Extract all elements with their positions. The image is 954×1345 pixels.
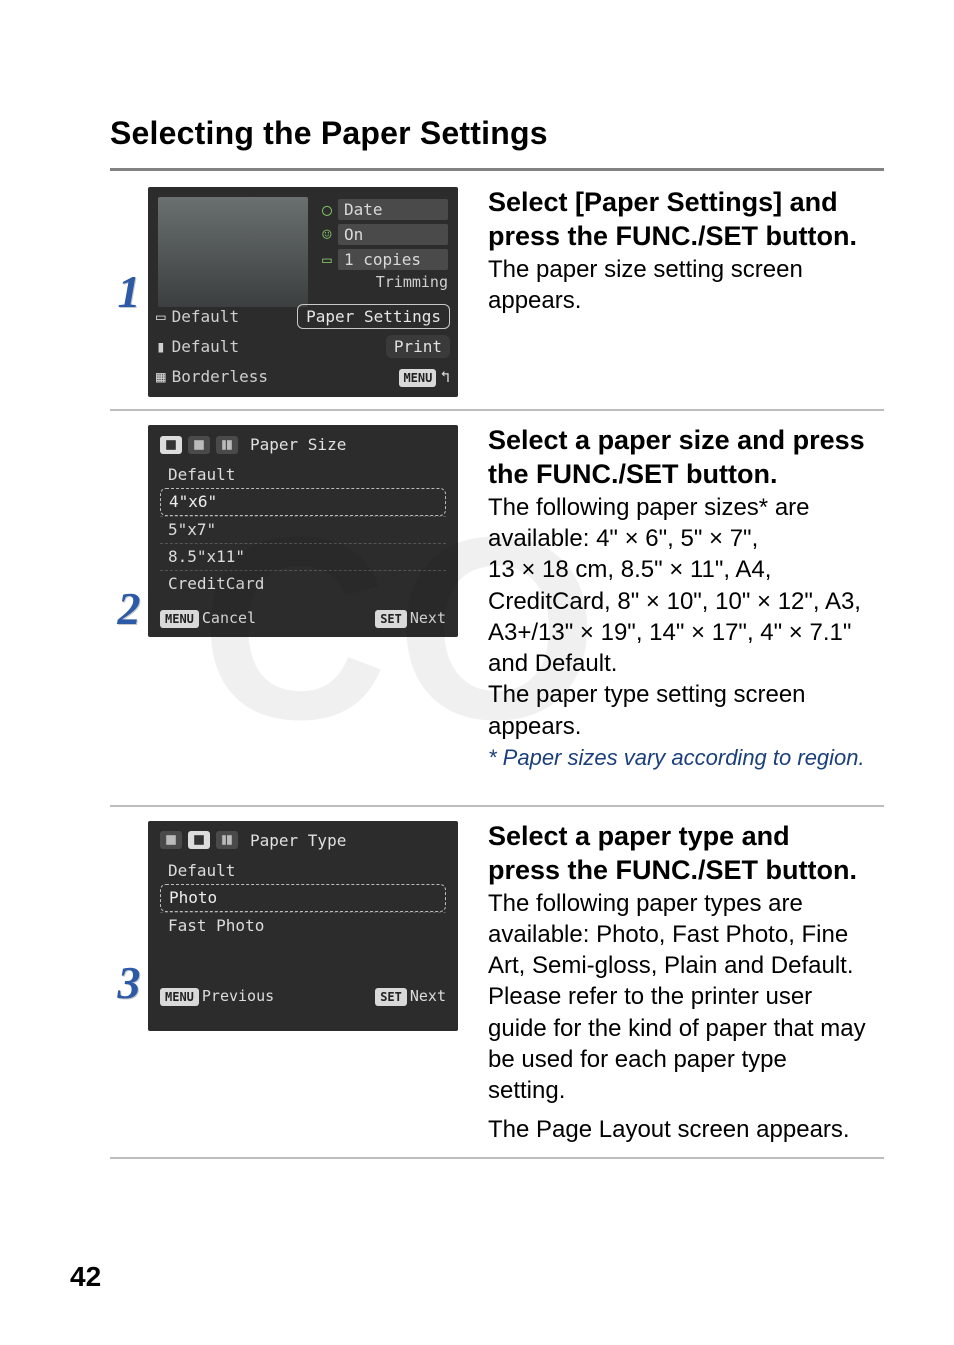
next-button[interactable]: SETNext xyxy=(375,987,446,1005)
step-3-row: 3 Paper Type DefaultPhotoFast Photo MENU… xyxy=(110,806,884,1158)
step2-footnote: * Paper sizes vary according to region. xyxy=(488,745,884,771)
step2-heading-line1: Select a paper size and press xyxy=(488,425,884,457)
list-item[interactable]: Fast Photo xyxy=(160,912,446,939)
step3-body-line7: setting. xyxy=(488,1076,884,1105)
paper-type-tab-icon[interactable] xyxy=(188,436,210,454)
list-item[interactable]: CreditCard xyxy=(160,570,446,597)
list-item[interactable]: Default xyxy=(160,858,446,884)
set-button-icon: SET xyxy=(375,610,407,628)
list-item[interactable]: 4"x6" xyxy=(160,488,446,516)
step-number-3: 3 xyxy=(110,960,148,1006)
layout-tab-icon[interactable] xyxy=(216,436,238,454)
copies-value: 1 copies xyxy=(338,249,448,270)
thumbnail-image xyxy=(158,197,308,307)
step-1-row: 1 ◯ Date ☺ On ▭ xyxy=(110,173,884,410)
paper-size-icon-label: ▭ Default xyxy=(156,307,239,326)
step1-heading-line2: press the FUNC./SET button. xyxy=(488,221,884,253)
face-icon: ☺ xyxy=(316,225,338,244)
page-number: 42 xyxy=(70,1261,101,1293)
step2-body-line3: 13 × 18 cm, 8.5" × 11", A4, xyxy=(488,555,884,584)
paper-settings-button[interactable]: Paper Settings xyxy=(297,304,450,329)
paper-type-screenshot: Paper Type DefaultPhotoFast Photo MENUPr… xyxy=(148,821,458,1031)
paper-size-screenshot: Paper Size Default4"x6"5"x7"8.5"x11"Cred… xyxy=(148,425,458,637)
copies-icon: ▭ xyxy=(316,250,338,269)
step3-heading-line1: Select a paper type and xyxy=(488,821,884,853)
menu-icon: MENU xyxy=(399,369,436,387)
step2-body-line2: available: 4" × 6", 5" × 7", xyxy=(488,524,884,553)
on-value: On xyxy=(338,224,448,245)
paper-type-tab-icon[interactable] xyxy=(188,831,210,849)
list-item[interactable]: 8.5"x11" xyxy=(160,543,446,570)
step3-body-line8: The Page Layout screen appears. xyxy=(488,1115,884,1144)
step2-body-line6: and Default. xyxy=(488,649,884,678)
paper-size-default: Default xyxy=(172,307,239,326)
layout-borderless: Borderless xyxy=(172,367,268,386)
previous-label: Previous xyxy=(202,987,274,1005)
step3-body-line4: Please refer to the printer user xyxy=(488,982,884,1011)
menu-button-icon: MENU xyxy=(160,610,199,628)
print-preview-screenshot: ◯ Date ☺ On ▭ 1 copies Trimming xyxy=(148,187,458,397)
step1-body-line1: The paper size setting screen xyxy=(488,255,884,284)
next-label: Next xyxy=(410,609,446,627)
steps-table: 1 ◯ Date ☺ On ▭ xyxy=(110,173,884,1159)
step2-body-line5: A3+/13" × 19", 14" × 17", 4" × 7.1" xyxy=(488,618,884,647)
step1-body-line2: appears. xyxy=(488,286,884,315)
paper-type-tab-title: Paper Type xyxy=(250,831,346,850)
step-number-2: 2 xyxy=(110,586,148,632)
set-button-icon: SET xyxy=(375,988,407,1006)
title-rule xyxy=(110,168,884,171)
step3-body-line1: The following paper types are xyxy=(488,889,884,918)
step-2-row: 2 Paper Size Default4"x6"5"x7"8.5"x11"Cr… xyxy=(110,410,884,806)
trimming-label: Trimming xyxy=(316,273,448,291)
step1-heading-line1: Select [Paper Settings] and xyxy=(488,187,884,219)
paper-type-icon-label: ▮ Default xyxy=(156,337,239,356)
previous-button[interactable]: MENUPrevious xyxy=(160,987,274,1005)
print-button[interactable]: Print xyxy=(386,335,450,358)
paper-size-tab-icon[interactable] xyxy=(160,436,182,454)
list-item[interactable]: Default xyxy=(160,462,446,488)
date-icon: ◯ xyxy=(316,200,338,219)
cancel-label: Cancel xyxy=(202,609,256,627)
step3-body-line2: available: Photo, Fast Photo, Fine xyxy=(488,920,884,949)
step-number-1: 1 xyxy=(110,269,148,315)
menu-button-icon: MENU xyxy=(160,988,199,1006)
step2-body-line8: appears. xyxy=(488,712,884,741)
step3-heading-line2: press the FUNC./SET button. xyxy=(488,855,884,887)
paper-size-tab-icon[interactable] xyxy=(160,831,182,849)
next-label: Next xyxy=(410,987,446,1005)
list-item[interactable]: 5"x7" xyxy=(160,516,446,543)
cancel-button[interactable]: MENUCancel xyxy=(160,609,256,627)
list-item[interactable]: Photo xyxy=(160,884,446,912)
paper-size-tab-title: Paper Size xyxy=(250,435,346,454)
next-button[interactable]: SETNext xyxy=(375,609,446,627)
page-title: Selecting the Paper Settings xyxy=(110,115,884,152)
step3-body-line6: be used for each paper type xyxy=(488,1045,884,1074)
step3-body-line3: Art, Semi-gloss, Plain and Default. xyxy=(488,951,884,980)
step2-body-line4: CreditCard, 8" × 10", 10" × 12", A3, xyxy=(488,587,884,616)
step2-heading-line2: the FUNC./SET button. xyxy=(488,459,884,491)
step2-body-line1: The following paper sizes* are xyxy=(488,493,884,522)
date-value: Date xyxy=(338,199,448,220)
step2-body-line7: The paper type setting screen xyxy=(488,680,884,709)
layout-icon-label: ▦ Borderless xyxy=(156,367,268,386)
menu-back-button[interactable]: MENU↰ xyxy=(399,367,450,386)
paper-type-default: Default xyxy=(172,337,239,356)
layout-tab-icon[interactable] xyxy=(216,831,238,849)
step3-body-line5: guide for the kind of paper that may xyxy=(488,1014,884,1043)
